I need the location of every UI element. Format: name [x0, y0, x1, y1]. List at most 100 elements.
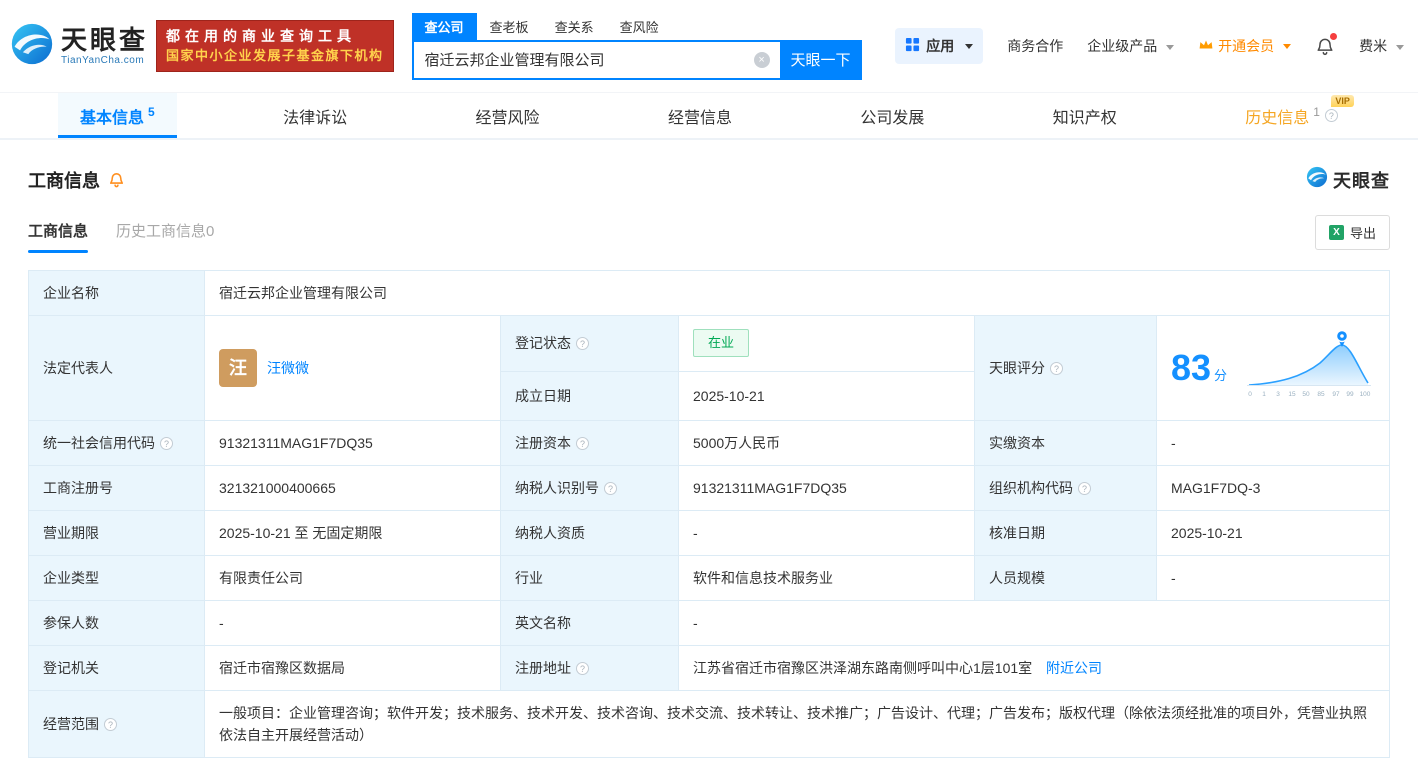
svg-text:97: 97 — [1332, 391, 1340, 398]
tianyan-score[interactable]: 83 分 — [1171, 350, 1227, 386]
reg-number-value: 321321000400665 — [205, 466, 501, 511]
tab-label: 基本信息 — [80, 104, 144, 128]
table-row: 参保人数 - 英文名称 - — [29, 601, 1390, 646]
field-label: 英文名称 — [501, 601, 679, 646]
search-tab-company[interactable]: 查公司 — [412, 13, 477, 40]
enterprise-product-label: 企业级产品 — [1087, 38, 1157, 54]
chevron-down-icon — [1396, 45, 1404, 50]
field-label: 营业期限 — [29, 511, 205, 556]
tab-label: 经营风险 — [476, 104, 540, 128]
export-label: 导出 — [1350, 223, 1376, 242]
apps-menu[interactable]: 应用 — [895, 28, 983, 64]
field-label: 组织机构代码 — [975, 466, 1157, 511]
score-unit: 分 — [1214, 369, 1227, 382]
tab-label: 经营信息 — [668, 104, 732, 128]
subtab-business-info[interactable]: 工商信息 — [28, 220, 88, 253]
help-icon[interactable] — [604, 482, 617, 495]
field-label: 行业 — [501, 556, 679, 601]
apps-label: 应用 — [926, 36, 954, 56]
approval-date-value: 2025-10-21 — [1157, 511, 1390, 556]
business-term-value: 2025-10-21 至 无固定期限 — [205, 511, 501, 556]
svg-text:1: 1 — [1262, 391, 1266, 398]
field-label: 法定代表人 — [29, 316, 205, 421]
svg-text:100: 100 — [1360, 391, 1371, 398]
banner-line2: 国家中小企业发展子基金旗下机构 — [166, 47, 384, 66]
svg-text:50: 50 — [1302, 391, 1310, 398]
clear-search-icon[interactable] — [754, 52, 770, 68]
field-label: 注册资本 — [501, 421, 679, 466]
field-label: 核准日期 — [975, 511, 1157, 556]
table-row: 登记机关 宿迁市宿豫区数据局 注册地址 江苏省宿迁市宿豫区洪泽湖东路南侧呼叫中心… — [29, 646, 1390, 691]
subscribe-bell-icon[interactable] — [108, 170, 125, 189]
help-icon[interactable] — [1325, 109, 1338, 122]
field-label: 工商注册号 — [29, 466, 205, 511]
field-label: 登记机关 — [29, 646, 205, 691]
company-name-value: 宿迁云邦企业管理有限公司 — [205, 271, 1390, 316]
tab-label: 法律诉讼 — [283, 104, 347, 128]
username-label: 费米 — [1359, 38, 1387, 54]
help-icon[interactable] — [104, 718, 117, 731]
tab-company-development[interactable]: 公司发展 — [838, 93, 946, 138]
search-tab-relation[interactable]: 查关系 — [542, 13, 607, 40]
field-label: 参保人数 — [29, 601, 205, 646]
tianyancha-logo[interactable]: 天眼查 TianYanCha.com — [10, 22, 148, 71]
help-icon[interactable] — [1050, 362, 1063, 375]
chevron-down-icon — [1283, 44, 1291, 49]
field-label: 成立日期 — [501, 371, 679, 420]
svg-text:99: 99 — [1346, 391, 1354, 398]
legal-rep-link[interactable]: 汪微微 — [267, 357, 309, 379]
credit-code-value: 91321311MAG1F7DQ35 — [205, 421, 501, 466]
company-type-value: 有限责任公司 — [205, 556, 501, 601]
tab-operation-info[interactable]: 经营信息 — [646, 93, 754, 138]
field-label: 人员规模 — [975, 556, 1157, 601]
field-label: 注册地址 — [501, 646, 679, 691]
chevron-down-icon — [965, 44, 973, 49]
reg-address-cell: 江苏省宿迁市宿豫区洪泽湖东路南侧呼叫中心1层101室 附近公司 — [679, 646, 1390, 691]
field-label: 天眼评分 — [975, 316, 1157, 421]
nearby-companies-link[interactable]: 附近公司 — [1046, 660, 1102, 676]
help-icon[interactable] — [1078, 482, 1091, 495]
company-nav-tabs: 基本信息 5 法律诉讼 经营风险 经营信息 公司发展 知识产权 VIP 历史信息… — [0, 92, 1418, 140]
help-icon[interactable] — [160, 437, 173, 450]
tianyancha-logo-icon — [1306, 166, 1328, 193]
score-cell: 83 分 0 — [1157, 316, 1390, 421]
subtab-bar: 工商信息 历史工商信息0 导出 — [0, 215, 1418, 258]
legal-rep-avatar[interactable]: 汪 — [219, 349, 257, 387]
taxpayer-id-value: 91321311MAG1F7DQ35 — [679, 466, 975, 511]
export-button[interactable]: 导出 — [1315, 215, 1390, 250]
subtab-history-business-info[interactable]: 历史工商信息0 — [116, 220, 214, 253]
search-button[interactable]: 天眼一下 — [780, 40, 862, 80]
taxpayer-quality-value: - — [679, 511, 975, 556]
field-label: 统一社会信用代码 — [29, 421, 205, 466]
field-label: 纳税人识别号 — [501, 466, 679, 511]
notifications-bell-icon[interactable] — [1315, 35, 1335, 57]
business-info-table: 企业名称 宿迁云邦企业管理有限公司 法定代表人 汪 汪微微 登记状态 在业 天眼… — [28, 270, 1390, 758]
open-vip-button[interactable]: 开通会员 — [1198, 36, 1291, 56]
chevron-down-icon — [1166, 45, 1174, 50]
tab-operation-risk[interactable]: 经营风险 — [454, 93, 562, 138]
field-label: 经营范围 — [29, 691, 205, 758]
business-cooperation-link[interactable]: 商务合作 — [1007, 36, 1063, 56]
user-menu[interactable]: 费米 — [1359, 36, 1404, 56]
watermark-brand-text: 天眼查 — [1333, 167, 1390, 193]
org-code-value: MAG1F7DQ-3 — [1157, 466, 1390, 511]
logo-domain-text: TianYanCha.com — [61, 55, 148, 66]
table-row: 统一社会信用代码 91321311MAG1F7DQ35 注册资本 5000万人民… — [29, 421, 1390, 466]
tab-intellectual-property[interactable]: 知识产权 — [1031, 93, 1139, 138]
tab-history-info[interactable]: VIP 历史信息 1 — [1223, 93, 1360, 138]
help-icon[interactable] — [576, 437, 589, 450]
section-watermark-logo: 天眼查 — [1306, 166, 1390, 193]
section-header: 工商信息 天眼查 — [0, 140, 1418, 193]
help-icon[interactable] — [576, 662, 589, 675]
tab-label: 知识产权 — [1053, 104, 1117, 128]
search-tab-boss[interactable]: 查老板 — [477, 13, 542, 40]
search-tab-risk[interactable]: 查风险 — [607, 13, 672, 40]
staff-size-value: - — [1157, 556, 1390, 601]
help-icon[interactable] — [576, 337, 589, 350]
search-input[interactable] — [412, 40, 780, 80]
enterprise-product-menu[interactable]: 企业级产品 — [1087, 36, 1174, 56]
tab-legal-proceedings[interactable]: 法律诉讼 — [261, 93, 369, 138]
tab-basic-info[interactable]: 基本信息 5 — [58, 93, 177, 138]
table-row: 企业名称 宿迁云邦企业管理有限公司 — [29, 271, 1390, 316]
table-row: 营业期限 2025-10-21 至 无固定期限 纳税人资质 - 核准日期 202… — [29, 511, 1390, 556]
